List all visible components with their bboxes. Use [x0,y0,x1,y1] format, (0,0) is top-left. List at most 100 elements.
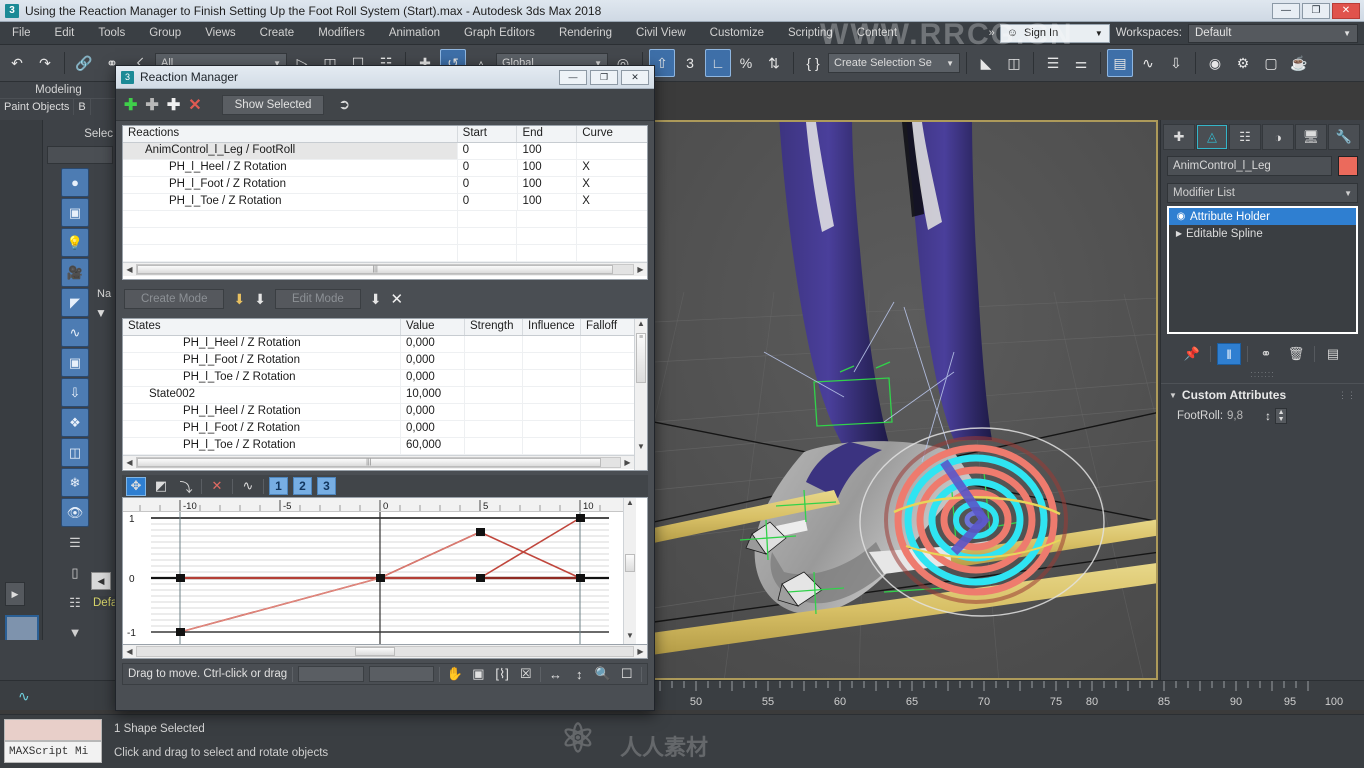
table-row[interactable]: State002 10,000 [123,387,634,404]
curve-button-1[interactable]: 1 [269,477,288,495]
menu-overflow-icon[interactable]: » [984,27,1000,39]
graph-x-input[interactable] [298,666,364,682]
ribbon-tab-modeling[interactable]: Modeling [0,82,117,96]
material-editor-icon[interactable]: ◉ [1202,49,1228,77]
states-col-influence[interactable]: Influence [523,319,581,335]
angle-snap-icon[interactable]: ∟ [705,49,731,77]
tab-utilities-icon[interactable]: 🔧 [1328,124,1360,150]
add-keys-icon[interactable]: ⤵ [176,477,196,496]
edit-mode-button[interactable]: Edit Mode [274,289,361,309]
rollout-header[interactable]: ▼ Custom Attributes ⋮⋮ [1161,388,1364,402]
tab-motion-icon[interactable]: ◑ [1262,124,1294,150]
display-blank-icon[interactable]: ▯ [61,558,89,587]
menu-item-group[interactable]: Group [137,24,193,42]
render-setup-icon[interactable]: ⚙ [1230,49,1256,77]
filter-frozen-icon[interactable]: ❄ [61,468,89,497]
render-frame-icon[interactable]: ▢ [1258,49,1284,77]
zoom-horizontal-extents-icon[interactable]: [⌇] [493,666,512,682]
filter-xrefs-icon[interactable]: ⇩ [61,378,89,407]
move-keys-icon[interactable]: ✥ [126,476,146,496]
chevron-down-icon[interactable]: ▼ [1169,391,1177,400]
curve-tangent-icon[interactable]: ∿ [238,477,258,496]
filter-lights-icon[interactable]: 💡 [61,228,89,257]
graph-vertical-scrollbar[interactable]: ▲ ▼ [623,498,636,644]
menu-item-content[interactable]: Content [845,24,909,42]
states-col-strength[interactable]: Strength [465,319,523,335]
align-icon[interactable]: ◫ [1001,49,1027,77]
remove-modifier-icon[interactable]: 🗑 [1284,343,1308,365]
filter-containers-icon[interactable]: ◫ [61,438,89,467]
states-vertical-scrollbar[interactable]: ▲ ≡ ▼ [634,319,647,470]
content-browser-icon[interactable]: ⇩ [1163,49,1189,77]
footroll-spinner[interactable]: ▲ ▼ [1275,408,1288,424]
table-row[interactable]: PH_l_Toe / Z Rotation 60,000 [123,438,634,455]
link-icon[interactable]: 🔗 [71,49,97,77]
filter-geometry-icon[interactable]: ● [61,168,89,197]
states-horizontal-scrollbar[interactable]: ◀ ||| ▶ [123,455,634,469]
reactions-col-end[interactable]: End [517,126,578,142]
zoom-icon[interactable]: 🔍 [594,666,613,682]
scroll-right-icon[interactable]: ▶ [634,647,647,656]
filter-hidden-icon[interactable]: 👁 [61,498,89,527]
table-row[interactable]: PH_l_Toe / Z Rotation 0 100 X [123,194,647,211]
table-row[interactable]: PH_l_Heel / Z Rotation 0 100 X [123,160,647,177]
curve-button-3[interactable]: 3 [317,477,336,495]
filter-groups-icon[interactable]: ▣ [61,348,89,377]
reaction-manager-dialog[interactable]: 3 Reaction Manager — ❐ ✕ ✚ ✚ ✚ ✕ Show Se… [115,65,655,711]
curve-editor-icon[interactable]: ▤ [1107,49,1133,77]
selection-search-input[interactable] [47,146,113,164]
table-row[interactable]: PH_l_Heel / Z Rotation 0,000 [123,336,634,353]
zoom-region-icon[interactable]: ☐ [617,666,636,682]
ribbon-b-button[interactable]: B [74,99,91,115]
append-state-plus-icon[interactable]: ⬇ [254,291,266,308]
zoom-value-extents-icon[interactable]: ☒ [517,666,536,682]
footroll-value[interactable]: 9,8 [1227,410,1243,422]
rm-maximize-button[interactable]: ❐ [590,69,618,85]
show-selected-button[interactable]: Show Selected [221,94,325,115]
menu-item-civil-view[interactable]: Civil View [624,24,698,42]
mini-curve-editor-icon[interactable]: ∿ [18,688,30,705]
workspace-select[interactable]: Default ▼ [1188,23,1358,43]
menu-item-scripting[interactable]: Scripting [776,24,845,42]
chevron-right-icon[interactable]: ▶ [1172,229,1186,238]
scale-keys-icon[interactable]: ◩ [151,477,171,496]
menu-item-customize[interactable]: Customize [698,24,776,42]
scrollbar-thumb[interactable]: ≡ [636,333,646,383]
table-row[interactable]: PH_l_Toe / Z Rotation 0,000 [123,370,634,387]
curve-button-2[interactable]: 2 [293,477,312,495]
mirror-icon[interactable]: ◣ [973,49,999,77]
configure-modifier-sets-icon[interactable]: ▤ [1321,343,1345,365]
rm-minimize-button[interactable]: — [559,69,587,85]
table-row[interactable]: PH_l_Heel / Z Rotation 0,000 [123,404,634,421]
collapse-panel-button[interactable]: ◀ [91,572,111,590]
menu-item-tools[interactable]: Tools [86,24,137,42]
states-col-falloff[interactable]: Falloff [581,319,627,335]
scroll-left-icon[interactable]: ◀ [123,458,136,467]
zoom-horizontal-icon[interactable]: ↔ [546,667,565,682]
menu-item-views[interactable]: Views [193,24,247,42]
reactions-col-start[interactable]: Start [458,126,518,142]
object-color-swatch[interactable] [1338,156,1358,176]
reactions-horizontal-scrollbar[interactable]: ◀ ||| ▶ [123,262,647,276]
tab-display-icon[interactable]: 🖥 [1295,124,1327,150]
scroll-up-icon[interactable]: ▲ [635,319,647,332]
states-col-value[interactable]: Value [401,319,465,335]
reactions-col-curve[interactable]: Curve [577,126,647,142]
graph-horizontal-scrollbar[interactable]: ◀ ▶ [122,645,648,659]
layer-explorer-icon[interactable]: ☰ [1040,49,1066,77]
filter-bones-icon[interactable]: ❖ [61,408,89,437]
add-selected-icon[interactable]: ✚ [167,95,180,115]
make-unique-icon[interactable]: ⚭ [1254,343,1278,365]
object-name-input[interactable]: AnimControl_l_Leg [1167,156,1332,176]
create-mode-button[interactable]: Create Mode [124,289,225,309]
menu-item-modifiers[interactable]: Modifiers [306,24,377,42]
tab-create-icon[interactable]: ✚ [1163,124,1195,150]
table-row[interactable]: PH_l_Foot / Z Rotation 0,000 [123,353,634,370]
states-col-name[interactable]: States [123,319,401,335]
scrollbar-thumb[interactable] [355,647,395,656]
scrollbar-track[interactable]: ||| [136,457,621,468]
delete-keys-icon[interactable]: ✕ [207,477,227,496]
scrollbar-thumb[interactable]: ||| [137,265,614,274]
edit-named-sets-icon[interactable]: { } [800,49,826,77]
delete-reaction-icon[interactable]: ✕ [188,95,201,115]
